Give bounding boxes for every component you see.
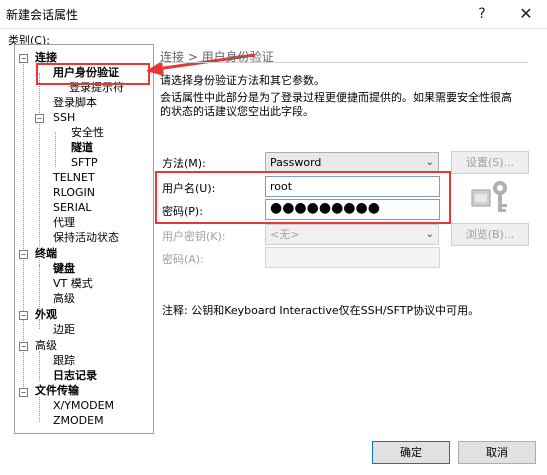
- tree-item-logging[interactable]: 日志记录: [53, 369, 97, 383]
- intro-text: 请选择身份验证方法和其它参数。: [160, 74, 325, 87]
- method-select[interactable]: Password ⌄: [265, 152, 439, 173]
- settings-button[interactable]: 设置(S)...: [451, 151, 529, 174]
- annotation-highlight-box: [36, 63, 150, 85]
- tree-item-margin[interactable]: 边距: [53, 323, 75, 337]
- title-bar: 新建会话属性 ? ✕: [0, 0, 547, 29]
- tree-item-ssh[interactable]: SSH: [53, 111, 75, 125]
- expand-toggle-icon[interactable]: −: [19, 311, 28, 320]
- tree-item-proxy[interactable]: 代理: [53, 216, 75, 230]
- tree-item-security[interactable]: 安全性: [71, 126, 104, 140]
- userkey-value: <无>: [270, 228, 300, 241]
- annotation-credentials-box: [155, 171, 451, 224]
- key-icon: [471, 181, 507, 212]
- cancel-button[interactable]: 取消: [458, 441, 536, 464]
- browse-button[interactable]: 浏览(B)...: [451, 223, 529, 246]
- tree-item-rlogin[interactable]: RLOGIN: [53, 186, 95, 200]
- userkey-label: 用户密钥(K):: [162, 230, 226, 243]
- tree-item-sftp[interactable]: SFTP: [71, 156, 97, 170]
- description-line-2: 的状态的话建议您空出此字段。: [160, 105, 314, 118]
- tree-item-tunnel[interactable]: 隧道: [71, 141, 93, 155]
- expand-toggle-icon[interactable]: −: [19, 342, 28, 351]
- tree-line: [23, 59, 24, 389]
- method-value: Password: [270, 156, 322, 169]
- tree-item-keepalive[interactable]: 保持活动状态: [53, 231, 119, 245]
- tree-item-login-script[interactable]: 登录脚本: [53, 96, 97, 110]
- tree-item-file-transfer[interactable]: 文件传输: [35, 384, 79, 398]
- passphrase-input[interactable]: [265, 247, 440, 268]
- tree-item-advanced[interactable]: 高级: [53, 292, 75, 306]
- section-divider: [160, 62, 528, 63]
- tree-item-zmodem[interactable]: ZMODEM: [53, 414, 104, 428]
- tree-item-terminal[interactable]: 终端: [35, 247, 57, 261]
- tree-item-vt-mode[interactable]: VT 模式: [53, 277, 93, 291]
- tree-line: [55, 132, 56, 167]
- expand-toggle-icon[interactable]: −: [19, 250, 28, 259]
- tree-item-advanced2[interactable]: 高级: [35, 339, 57, 353]
- category-tree[interactable]: − 连接 用户身份验证 登录提示符 登录脚本 − SSH 安全性 隧道 SFTP…: [14, 44, 154, 434]
- tree-item-trace[interactable]: 跟踪: [53, 354, 75, 368]
- tree-item-serial[interactable]: SERIAL: [53, 201, 91, 215]
- ok-button[interactable]: 确定: [372, 441, 450, 464]
- tree-item-xymodem[interactable]: X/YMODEM: [53, 399, 114, 413]
- method-label: 方法(M):: [162, 157, 206, 170]
- close-button[interactable]: ✕: [511, 2, 541, 26]
- tree-item-appearance[interactable]: 外观: [35, 308, 57, 322]
- expand-toggle-icon[interactable]: −: [35, 114, 44, 123]
- expand-toggle-icon[interactable]: −: [19, 388, 28, 397]
- tree-line: [39, 73, 40, 273]
- userkey-select[interactable]: <无> ⌄: [265, 224, 439, 245]
- expand-toggle-icon[interactable]: −: [19, 54, 28, 63]
- tree-line: [39, 351, 40, 381]
- passphrase-label: 密码(A):: [162, 253, 204, 266]
- chevron-down-icon: ⌄: [425, 157, 434, 168]
- tree-item-keyboard[interactable]: 键盘: [53, 262, 75, 276]
- help-button[interactable]: ?: [467, 2, 497, 26]
- note-text: 注释: 公钥和Keyboard Interactive仅在SSH/SFTP协议中…: [162, 304, 480, 317]
- window-title: 新建会话属性: [6, 8, 79, 22]
- chevron-down-icon: ⌄: [425, 229, 434, 240]
- tree-line: [39, 397, 40, 422]
- tree-item-telnet[interactable]: TELNET: [53, 171, 95, 185]
